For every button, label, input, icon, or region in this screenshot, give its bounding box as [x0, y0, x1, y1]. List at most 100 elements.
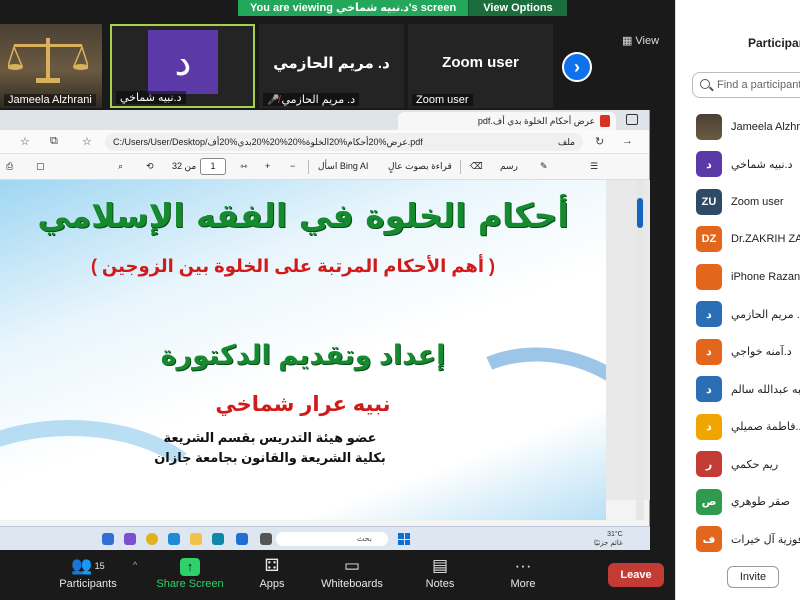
- video-tile-maryam[interactable]: د. مريم الحازمي 🎤̸ د. مريم الحازمي: [259, 24, 404, 108]
- extensions-icon[interactable]: ⧉: [50, 135, 58, 148]
- rotate-icon[interactable]: ⟲: [146, 161, 154, 172]
- participants-button[interactable]: 👥 15 Participants: [48, 554, 128, 590]
- participant-row[interactable]: ف د.فوزية آل خيرات: [696, 521, 800, 559]
- zoom-out-icon[interactable]: −: [290, 161, 295, 171]
- store-icon[interactable]: [236, 533, 248, 545]
- video-tile-jameela[interactable]: Jameela Alzhrani: [0, 24, 102, 108]
- video-tile-nabih[interactable]: د د.نبيه شماخي: [110, 24, 255, 108]
- more-button[interactable]: ··· More: [483, 554, 563, 590]
- favorites-icon[interactable]: ☆: [20, 135, 30, 148]
- avatar: د: [148, 30, 218, 94]
- more-icon: ···: [514, 556, 532, 575]
- apps-icon: ⚃: [264, 556, 280, 575]
- read-aloud-button[interactable]: قراءة بصوت عالٍ: [388, 161, 452, 172]
- sidebar-icon[interactable]: ☰: [590, 161, 598, 172]
- fit-page-icon[interactable]: ⇿: [240, 161, 248, 172]
- participant-row[interactable]: د د.نبيه شماخي: [696, 146, 800, 184]
- panel-title: Participants: [748, 36, 800, 50]
- widgets-icon[interactable]: [124, 533, 136, 545]
- whiteboard-icon: ▭: [343, 556, 361, 575]
- slide-line-1: عضو هيئة التدريس بقسم الشريعة: [163, 430, 377, 445]
- viewing-message: You are viewing د.نبيه شماخي's screen: [238, 0, 469, 16]
- task-view-icon[interactable]: [260, 533, 272, 545]
- zoom-in-icon[interactable]: +: [265, 161, 270, 171]
- taskbar-search[interactable]: بحث: [276, 532, 388, 546]
- avatar: ZU: [696, 188, 722, 215]
- participant-row[interactable]: د د.فاطمة صميلي: [696, 408, 800, 446]
- participant-row[interactable]: iPhone Razan: [696, 258, 800, 296]
- scales-of-justice-icon: [8, 38, 88, 83]
- address-field[interactable]: C:/Users/User/Desktop/عرض%20أحكام%20الخل…: [105, 133, 583, 151]
- participant-row[interactable]: د د. مريم الحازمي: [696, 296, 800, 334]
- pdf-icon: [600, 115, 610, 127]
- participant-row[interactable]: ص صقر طوهري: [696, 483, 800, 521]
- windows-taskbar: بحث 31°C غائم جزئيًا: [0, 526, 650, 550]
- participant-row[interactable]: ر ريم حكمي: [696, 446, 800, 484]
- shared-browser-window: ✕ + عرض أحكام الخلوة بدي أف.pdf ☆ ⧉ ☆ C:…: [0, 110, 650, 550]
- apps-button[interactable]: ⚃ Apps: [232, 554, 312, 590]
- pdf-scroll-thumb[interactable]: [637, 198, 643, 228]
- windows-start-icon[interactable]: [398, 533, 410, 545]
- participant-row[interactable]: DZ Dr.ZAKRIH ZA: [696, 221, 800, 259]
- participant-row[interactable]: د د.هبه عبدالله سالم: [696, 371, 800, 409]
- participant-list: Jameela Alzhrani د د.نبيه شماخي ZU Zoom …: [696, 108, 800, 558]
- address-bar: ☆ ⧉ ☆ C:/Users/User/Desktop/عرض%20أحكام%…: [0, 130, 649, 154]
- tile-big-name: د. مريم الحازمي: [273, 55, 390, 72]
- slide-subtitle: ( أهم الأحكام المرتبة على الخلوة بين الز…: [90, 256, 496, 276]
- tab-actions-icon[interactable]: [626, 114, 638, 125]
- save-icon[interactable]: ▢: [36, 161, 45, 172]
- tab-bar: ✕ + عرض أحكام الخلوة بدي أف.pdf: [0, 110, 649, 130]
- grid-icon: ▦: [622, 35, 633, 47]
- forward-icon[interactable]: →: [622, 135, 633, 147]
- notes-button[interactable]: ▤ Notes: [400, 554, 480, 590]
- pdf-toolbar: ⎙ ▢ ⌕ ⟲ من 32 1 ⇿ + − اسأل Bing AI قراءة…: [0, 154, 649, 180]
- participant-row[interactable]: ZU Zoom user: [696, 183, 800, 221]
- avatar: د: [696, 151, 722, 178]
- highlight-icon[interactable]: ✎: [540, 161, 548, 172]
- eraser-icon[interactable]: ⌫: [470, 161, 483, 172]
- video-tile-zoom-user[interactable]: Zoom user Zoom user: [408, 24, 553, 108]
- avatar: د: [696, 338, 722, 365]
- participant-row[interactable]: د د.آمنه خواجي: [696, 333, 800, 371]
- whiteboards-button[interactable]: ▭ Whiteboards: [312, 554, 392, 590]
- avatar: [696, 113, 722, 140]
- participants-icon: 👥: [71, 556, 93, 575]
- search-icon[interactable]: ⌕: [118, 161, 123, 172]
- chevron-up-icon[interactable]: ^: [133, 560, 137, 570]
- browser-tab[interactable]: عرض أحكام الخلوة بدي أف.pdf: [398, 112, 616, 130]
- leave-button[interactable]: Leave: [608, 563, 664, 587]
- share-screen-button[interactable]: ↑ Share Screen: [150, 554, 230, 590]
- ask-bing-button[interactable]: اسأل Bing AI: [318, 161, 368, 172]
- participant-row[interactable]: Jameela Alzhrani: [696, 108, 800, 146]
- pdf-scrollbar[interactable]: [636, 180, 644, 520]
- mail-icon[interactable]: [168, 533, 180, 545]
- avatar: د: [696, 376, 722, 403]
- pdf-viewer[interactable]: أحكام الخلوة في الفقه الإسلامي ( أهم الأ…: [0, 180, 650, 520]
- weather-widget[interactable]: 31°C غائم جزئيًا: [594, 530, 623, 548]
- invite-button[interactable]: Invite: [727, 566, 779, 588]
- refresh-icon[interactable]: ↻: [595, 135, 604, 148]
- view-button[interactable]: ▦ View: [622, 34, 659, 48]
- tile-big-name: Zoom user: [442, 54, 519, 71]
- tile-name: 🎤̸ د. مريم الحازمي: [263, 93, 360, 106]
- page-total: من 32: [172, 161, 197, 171]
- edge-icon[interactable]: [212, 533, 224, 545]
- file-explorer-icon[interactable]: [190, 533, 202, 545]
- notes-icon: ▤: [431, 556, 449, 575]
- participants-panel: Participants Find a participant Jameela …: [675, 0, 800, 600]
- page-number-input[interactable]: 1: [200, 158, 226, 175]
- avatar: ف: [696, 526, 722, 553]
- print-icon[interactable]: ⎙: [6, 161, 13, 172]
- share-screen-icon: ↑: [180, 558, 200, 576]
- find-participant-input[interactable]: Find a participant: [692, 72, 800, 98]
- slide-line-2: بكلية الشريعة والقانون بجامعة جازان: [154, 450, 386, 465]
- avatar: ر: [696, 451, 722, 478]
- copilot-icon[interactable]: [102, 533, 114, 545]
- chrome-icon[interactable]: [146, 533, 158, 545]
- mic-muted-icon: 🎤̸: [267, 95, 280, 106]
- next-page-arrow-icon[interactable]: ›: [562, 52, 592, 82]
- draw-button[interactable]: رسم: [500, 161, 518, 172]
- pdf-slide: أحكام الخلوة في الفقه الإسلامي ( أهم الأ…: [0, 180, 606, 520]
- view-options-button[interactable]: View Options: [468, 0, 567, 16]
- star-icon[interactable]: ☆: [82, 135, 92, 148]
